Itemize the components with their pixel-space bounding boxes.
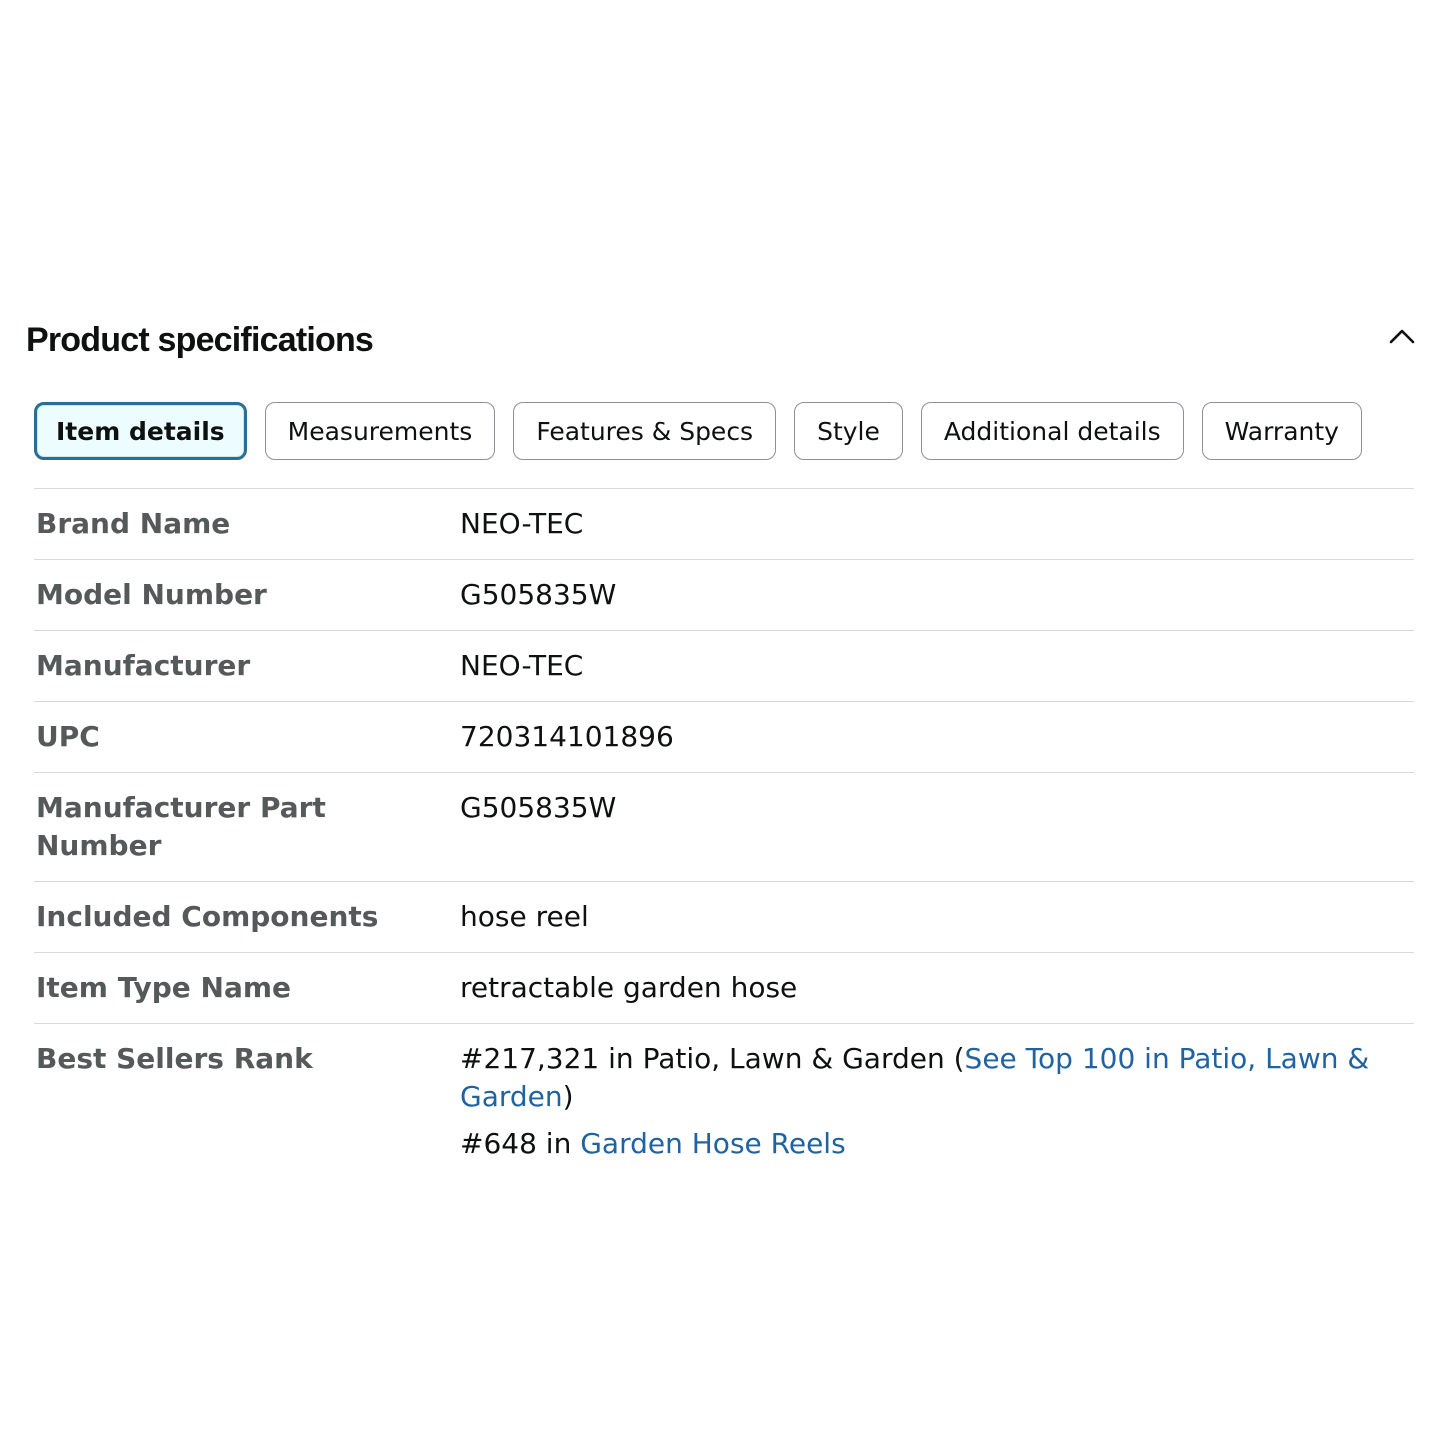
spec-value: NEO-TEC: [460, 507, 584, 540]
spec-value: retractable garden hose: [460, 971, 798, 1004]
rank-category-close: ): [562, 1080, 574, 1113]
spec-label: Included Components: [36, 900, 379, 933]
best-sellers-rank-value: #217,321 in Patio, Lawn & Garden (See To…: [460, 1024, 1414, 1179]
spec-row-included-components: Included Components hose reel: [34, 882, 1414, 953]
rank-subcategory-text: #648 in: [460, 1127, 581, 1160]
product-specifications-section: Product specifications Item details Meas…: [0, 0, 1440, 1440]
tab-additional-details[interactable]: Additional details: [920, 402, 1184, 460]
spec-label: Brand Name: [36, 507, 231, 540]
garden-hose-reels-link[interactable]: Garden Hose Reels: [580, 1127, 845, 1160]
spec-table: Brand Name NEO-TEC Model Number G505835W…: [34, 488, 1414, 1179]
spec-value: hose reel: [460, 900, 589, 933]
spec-row-manufacturer: Manufacturer NEO-TEC: [34, 631, 1414, 702]
spec-value: 720314101896: [460, 720, 674, 753]
spec-label: Item Type Name: [36, 971, 292, 1004]
spec-tabs: Item details Measurements Features & Spe…: [34, 402, 1362, 460]
spec-label: UPC: [36, 720, 100, 753]
section-title: Product specifications: [26, 321, 374, 359]
spec-row-manufacturer-part-number: Manufacturer Part Number G505835W: [34, 773, 1414, 882]
spec-value: G505835W: [460, 791, 617, 824]
tab-measurements[interactable]: Measurements: [264, 402, 496, 460]
chevron-up-icon: [1389, 329, 1415, 344]
spec-row-upc: UPC 720314101896: [34, 702, 1414, 773]
spec-row-brand-name: Brand Name NEO-TEC: [34, 489, 1414, 560]
tab-warranty[interactable]: Warranty: [1201, 402, 1362, 460]
tab-item-details[interactable]: Item details: [34, 402, 247, 460]
spec-value: NEO-TEC: [460, 649, 584, 682]
spec-label: Model Number: [36, 578, 267, 611]
tab-style[interactable]: Style: [794, 402, 903, 460]
rank-category-text: #217,321 in Patio, Lawn & Garden (: [460, 1042, 965, 1075]
rank-category: #217,321 in Patio, Lawn & Garden (See To…: [460, 1040, 1394, 1116]
spec-label: Best Sellers Rank: [36, 1042, 313, 1075]
spec-value: G505835W: [460, 578, 617, 611]
spec-row-model-number: Model Number G505835W: [34, 560, 1414, 631]
tab-features-specs[interactable]: Features & Specs: [513, 402, 777, 460]
spec-row-best-sellers-rank: Best Sellers Rank #217,321 in Patio, Law…: [34, 1024, 1414, 1179]
spec-label: Manufacturer Part Number: [36, 791, 326, 862]
rank-subcategory: #648 in Garden Hose Reels: [460, 1125, 1394, 1163]
spec-row-item-type-name: Item Type Name retractable garden hose: [34, 953, 1414, 1024]
spec-label: Manufacturer: [36, 649, 251, 682]
collapse-button[interactable]: [1382, 316, 1422, 356]
